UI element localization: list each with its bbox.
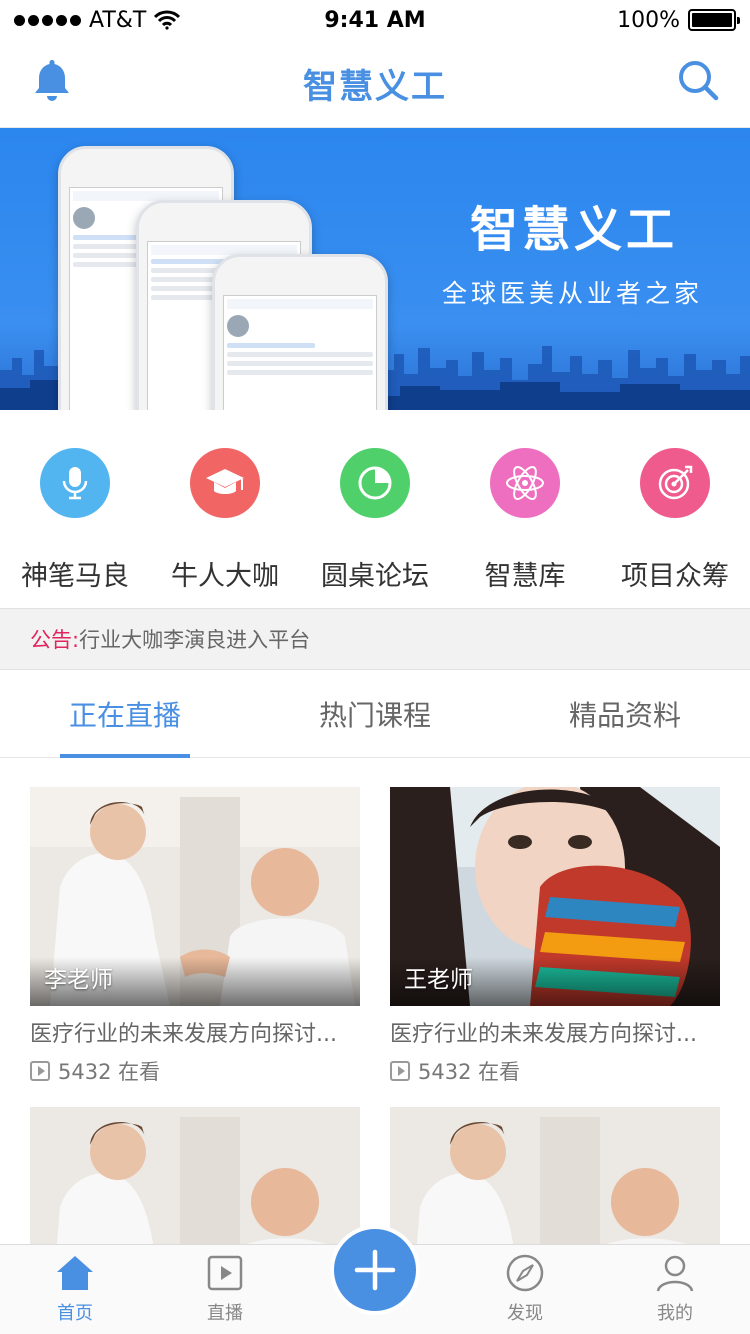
battery-icon <box>688 9 740 31</box>
live-card-thumbnail: 李老师 <box>30 787 360 1006</box>
nav-home[interactable]: 首页 <box>0 1245 150 1334</box>
category-wisdom-library[interactable]: 智慧库 <box>450 410 600 608</box>
pie-chart-icon <box>340 448 410 518</box>
wifi-icon <box>154 10 181 30</box>
live-card[interactable] <box>390 1107 720 1244</box>
live-card[interactable]: 李老师 医疗行业的未来发展方向探讨... 5432 在看 <box>30 787 360 1086</box>
user-icon <box>656 1255 694 1292</box>
tab-premium-materials[interactable]: 精品资料 <box>500 670 750 757</box>
page-title: 智慧义工 <box>303 67 447 107</box>
category-label: 神笔马良 <box>21 561 129 592</box>
category-label: 圆桌论坛 <box>321 561 429 592</box>
create-button[interactable] <box>330 1225 420 1315</box>
live-card-grid: 李老师 医疗行业的未来发展方向探讨... 5432 在看 王老师 医疗行业的未来… <box>0 758 750 1244</box>
category-label: 项目众筹 <box>621 561 729 592</box>
nav-mine[interactable]: 我的 <box>600 1245 750 1334</box>
tab-live-now[interactable]: 正在直播 <box>0 670 250 758</box>
tab-hot-courses[interactable]: 热门课程 <box>250 670 500 757</box>
banner-title: 智慧义工 <box>470 202 679 258</box>
carrier-label: AT&T <box>89 7 147 33</box>
play-box-icon <box>207 1255 243 1291</box>
live-card[interactable]: 王老师 医疗行业的未来发展方向探讨... 5432 在看 <box>390 787 720 1086</box>
category-shenbi-maliang[interactable]: 神笔马良 <box>0 410 150 608</box>
live-card-thumbnail <box>390 1107 720 1244</box>
category-grid: 神笔马良 牛人大咖 圆桌论坛 智慧库 项目众筹 <box>0 410 750 608</box>
nav-label: 我的 <box>657 1303 693 1324</box>
bottom-tab-bar: 首页 直播 发现 我的 <box>0 1225 750 1334</box>
play-icon <box>390 1061 410 1081</box>
status-bar: AT&T 9:41 AM 100% <box>0 0 750 40</box>
announcement-bar[interactable]: 公告: 行业大咖李演良进入平台 <box>0 608 750 670</box>
viewer-count: 5432 在看 <box>58 1060 161 1084</box>
teacher-name: 李老师 <box>44 967 113 993</box>
banner-subtitle: 全球医美从业者之家 <box>442 279 704 308</box>
viewer-count: 5432 在看 <box>418 1060 521 1084</box>
card-title: 医疗行业的未来发展方向探讨... <box>30 1022 337 1047</box>
promo-banner[interactable]: 智慧义工 全球医美从业者之家 <box>0 128 750 410</box>
play-icon <box>30 1061 50 1081</box>
category-label: 智慧库 <box>484 561 566 592</box>
content-tabs: 正在直播 热门课程 精品资料 <box>0 670 750 758</box>
home-icon <box>57 1256 93 1290</box>
nav-live[interactable]: 直播 <box>150 1245 300 1334</box>
phone-mockup-3 <box>212 254 388 410</box>
nav-label: 首页 <box>57 1303 93 1324</box>
target-icon <box>640 448 710 518</box>
bell-icon[interactable] <box>28 56 76 104</box>
graduation-cap-icon <box>190 448 260 518</box>
category-roundtable-forum[interactable]: 圆桌论坛 <box>300 410 450 608</box>
nav-label: 直播 <box>207 1303 243 1324</box>
card-title: 医疗行业的未来发展方向探讨... <box>390 1022 697 1047</box>
live-card-thumbnail: 王老师 <box>390 787 720 1006</box>
live-card-thumbnail <box>30 1107 360 1244</box>
plus-icon <box>354 1249 396 1291</box>
nav-discover[interactable]: 发现 <box>450 1245 600 1334</box>
announcement-text: 行业大咖李演良进入平台 <box>79 628 311 652</box>
category-label: 牛人大咖 <box>171 561 279 592</box>
teacher-name: 王老师 <box>404 967 473 993</box>
announcement-label: 公告: <box>30 628 80 652</box>
battery-percent: 100% <box>617 7 680 33</box>
signal-icon <box>14 14 81 26</box>
microphone-icon <box>40 448 110 518</box>
app-header: 智慧义工 <box>0 40 750 128</box>
nav-label: 发现 <box>507 1303 543 1324</box>
atom-icon <box>490 448 560 518</box>
search-icon[interactable] <box>674 56 722 104</box>
compass-icon <box>506 1254 544 1292</box>
live-card[interactable] <box>30 1107 360 1244</box>
category-niuren-dashi[interactable]: 牛人大咖 <box>150 410 300 608</box>
category-crowdfunding[interactable]: 项目众筹 <box>600 410 750 608</box>
